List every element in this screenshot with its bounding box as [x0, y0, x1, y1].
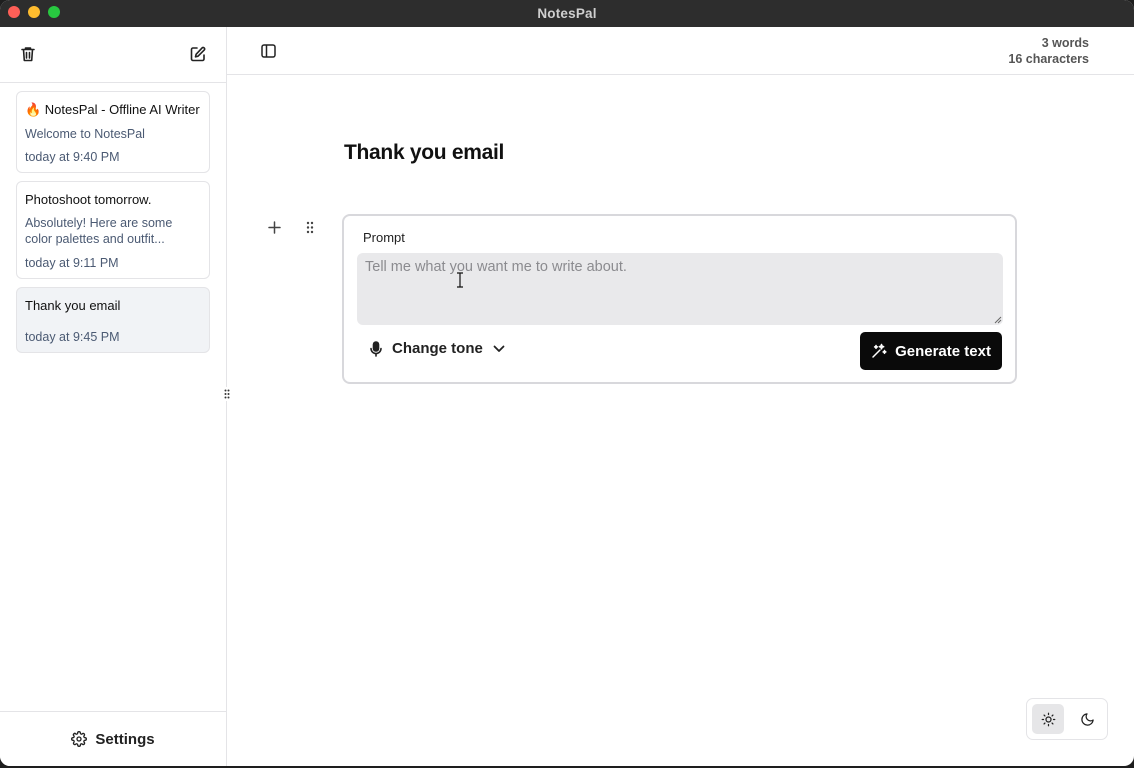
plus-icon	[267, 220, 281, 234]
change-tone-button[interactable]: Change tone	[370, 340, 505, 357]
word-count: 3 words	[1041, 36, 1089, 50]
document-title[interactable]: Thank you email	[344, 141, 504, 165]
trash-icon	[21, 47, 35, 62]
document-stats: 3 words 16 characters	[1008, 35, 1089, 67]
gear-icon	[71, 731, 88, 747]
dark-theme-button[interactable]	[1071, 704, 1103, 734]
sun-icon	[1041, 712, 1055, 726]
app-window: NotesPal 🔥 NotesPal - Offline AI Writer …	[0, 0, 1134, 766]
window-title: NotesPal	[537, 6, 597, 21]
note-title: 🔥 NotesPal - Offline AI Writer	[25, 102, 200, 117]
note-snippet: Absolutely! Here are some color palettes…	[25, 216, 173, 246]
note-time: today at 9:11 PM	[25, 256, 119, 270]
note-title: Photoshoot tomorrow.	[25, 192, 152, 207]
change-tone-label: Change tone	[392, 340, 483, 357]
new-note-button[interactable]	[188, 44, 208, 64]
title-bar: NotesPal	[0, 0, 1134, 27]
microphone-icon	[370, 340, 382, 357]
drag-block-handle[interactable]	[304, 219, 316, 235]
theme-toggle	[1026, 698, 1108, 740]
minimize-window-button[interactable]	[28, 6, 40, 18]
toggle-sidebar-button[interactable]	[258, 41, 278, 61]
generate-text-button[interactable]: Generate text	[860, 332, 1002, 370]
delete-note-button[interactable]	[18, 44, 38, 64]
sidebar: 🔥 NotesPal - Offline AI Writer Welcome t…	[0, 27, 227, 766]
chevron-down-icon	[493, 345, 505, 352]
light-theme-button[interactable]	[1032, 704, 1064, 734]
note-snippet: Welcome to NotesPal	[25, 127, 145, 141]
note-card[interactable]: 🔥 NotesPal - Offline AI Writer Welcome t…	[16, 91, 210, 173]
settings-label: Settings	[95, 730, 155, 748]
drag-handle-icon	[306, 221, 314, 233]
sidebar-toolbar	[0, 27, 226, 83]
prompt-label: Prompt	[363, 230, 405, 245]
note-time: today at 9:40 PM	[25, 150, 120, 164]
editor-pane: 3 words 16 characters Thank you email Pr…	[227, 27, 1134, 766]
generate-text-label: Generate text	[895, 342, 991, 360]
editor-header: 3 words 16 characters	[227, 27, 1134, 75]
note-time: today at 9:45 PM	[25, 330, 120, 344]
sparkles-icon	[872, 343, 887, 358]
add-block-button[interactable]	[266, 219, 282, 235]
note-title: Thank you email	[25, 298, 121, 313]
ai-prompt-block: Prompt Change tone	[342, 214, 1017, 384]
text-cursor-icon	[457, 272, 463, 288]
character-count: 16 characters	[1008, 52, 1089, 66]
compose-icon	[190, 46, 206, 62]
settings-button[interactable]: Settings	[0, 711, 226, 766]
moon-icon	[1080, 712, 1094, 726]
note-card[interactable]: Photoshoot tomorrow. Absolutely! Here ar…	[16, 181, 210, 279]
textarea-resize-icon[interactable]	[994, 316, 1002, 324]
maximize-window-button[interactable]	[48, 6, 60, 18]
note-card-active[interactable]: Thank you email today at 9:45 PM	[16, 287, 210, 353]
sidebar-toggle-icon	[260, 44, 276, 58]
close-window-button[interactable]	[8, 6, 20, 18]
prompt-input[interactable]	[357, 253, 1003, 325]
